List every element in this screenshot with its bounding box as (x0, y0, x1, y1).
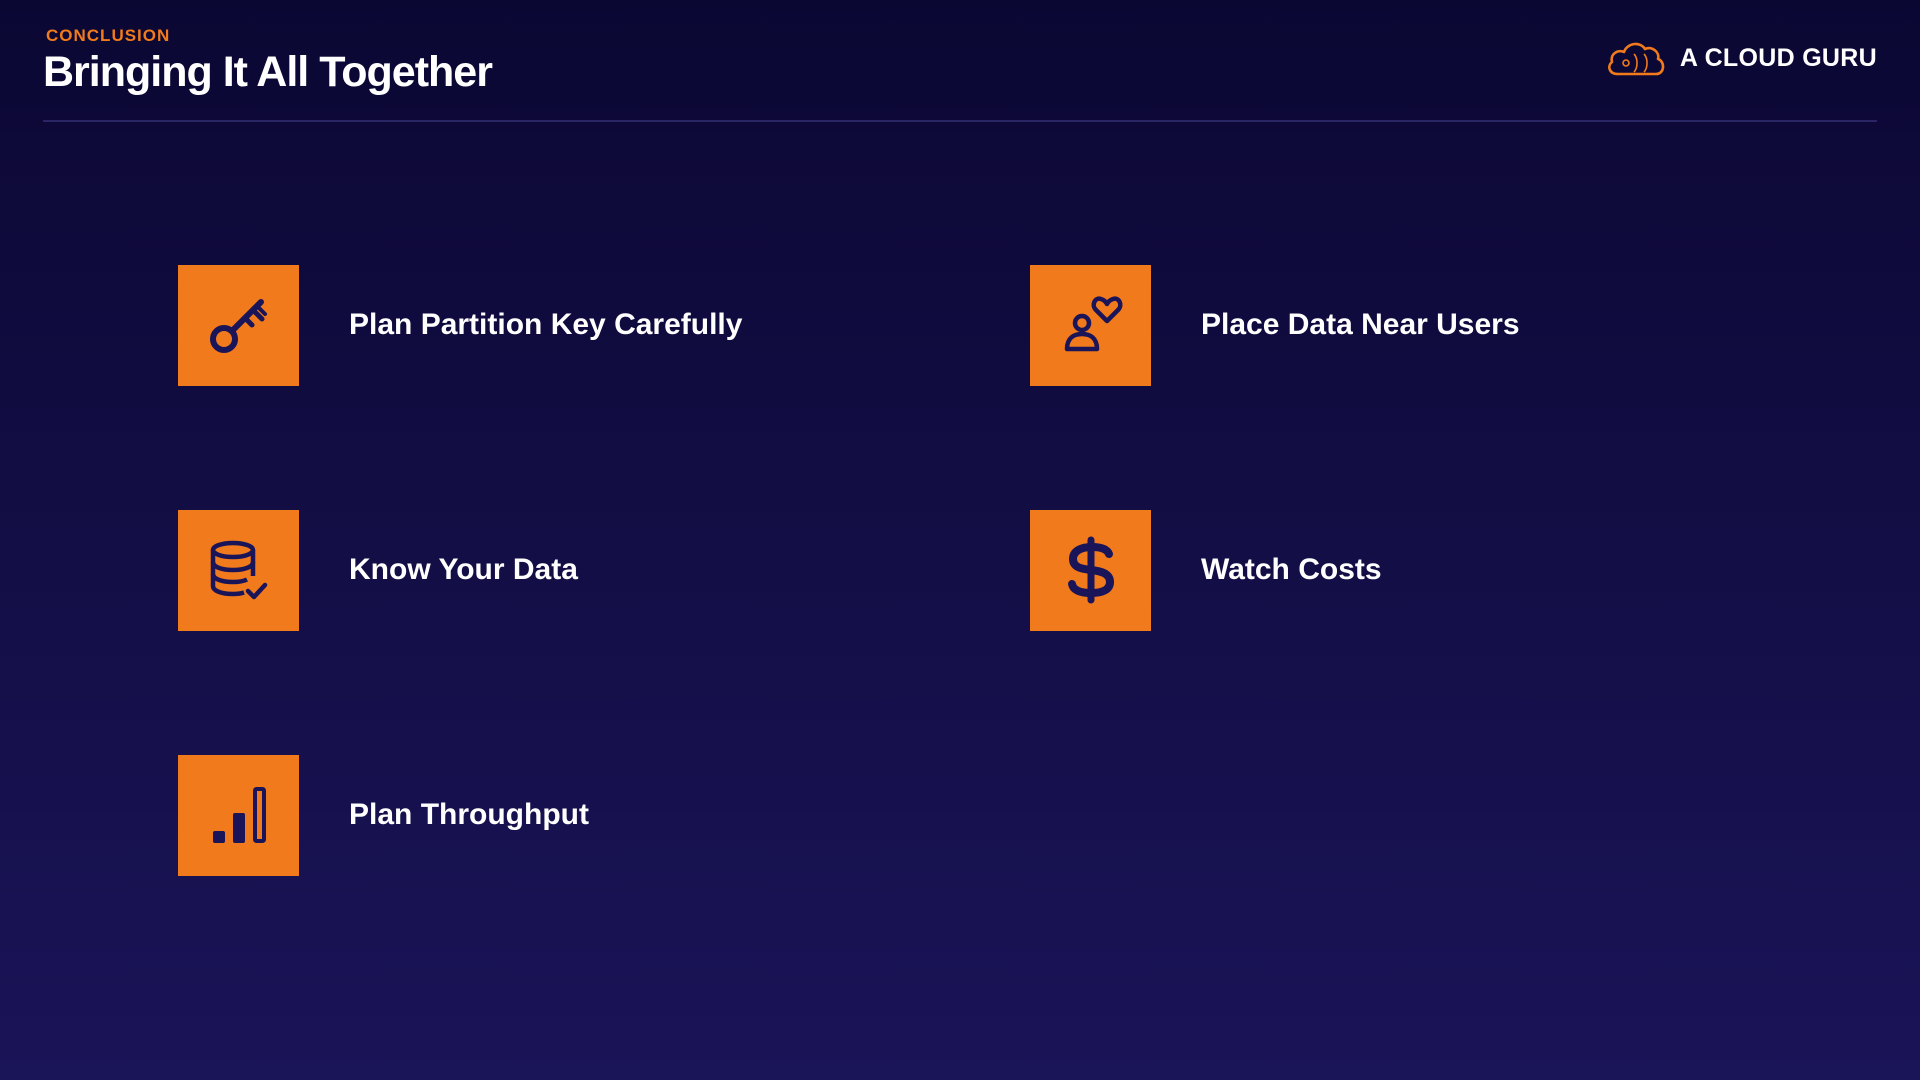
slide-header: CONCLUSION Bringing It All Together (43, 26, 1877, 122)
database-check-icon (210, 540, 267, 600)
bar-chart-icon (212, 787, 266, 843)
item-watch-costs: Watch Costs (1030, 509, 1382, 631)
item-label: Place Data Near Users (1201, 308, 1520, 341)
header-divider (43, 120, 1877, 122)
icon-tile (1030, 509, 1151, 631)
icon-tile (178, 264, 299, 386)
brand: A CLOUD GURU (1604, 36, 1877, 80)
item-place-data-near-users: Place Data Near Users (1030, 264, 1520, 386)
item-know-your-data: Know Your Data (178, 509, 578, 631)
slide-title: Bringing It All Together (43, 48, 493, 96)
user-heart-icon (1064, 296, 1122, 352)
dollar-icon (1067, 536, 1114, 604)
icon-tile (178, 509, 299, 631)
item-label: Know Your Data (349, 553, 578, 586)
icon-tile (178, 754, 299, 876)
icon-tile (1030, 264, 1151, 386)
key-icon (209, 299, 267, 353)
item-label: Watch Costs (1201, 553, 1382, 586)
section-eyebrow: CONCLUSION (46, 26, 171, 45)
brand-name: A CLOUD GURU (1679, 43, 1877, 72)
item-plan-partition-key: Plan Partition Key Carefully (178, 264, 743, 386)
item-label: Plan Throughput (349, 798, 589, 831)
item-plan-throughput: Plan Throughput (178, 754, 589, 876)
item-label: Plan Partition Key Carefully (349, 308, 743, 341)
cloud-logo-icon (1607, 42, 1665, 76)
